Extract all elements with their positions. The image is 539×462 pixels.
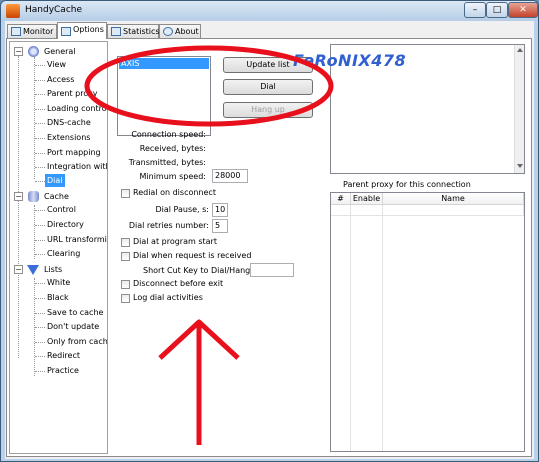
options-icon xyxy=(61,27,71,36)
red-ellipse-annotation xyxy=(84,45,334,127)
tab-options[interactable]: Options xyxy=(57,22,107,39)
annotation-overlay xyxy=(84,45,334,445)
tab-options-label: Options xyxy=(73,25,104,34)
